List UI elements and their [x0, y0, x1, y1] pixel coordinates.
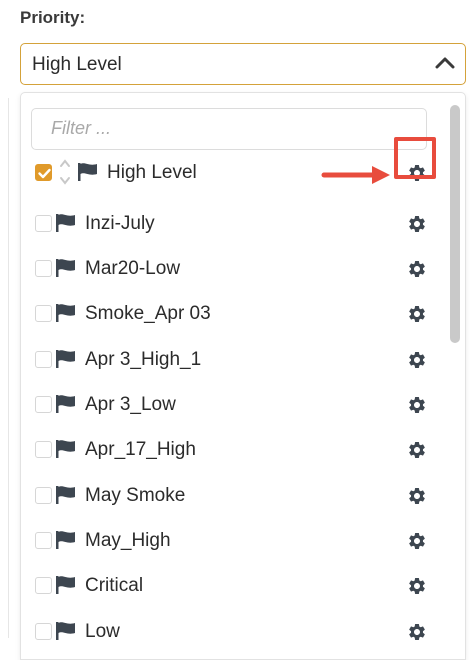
gear-icon[interactable] [407, 440, 427, 465]
list-item[interactable]: Apr 3_High_1 [21, 343, 441, 377]
item-label: Apr 3_Low [85, 394, 176, 415]
list-item[interactable]: Smoke_Apr 03 [21, 297, 441, 331]
checkbox[interactable] [35, 305, 52, 322]
flag-icon [55, 439, 77, 464]
checkbox[interactable] [35, 441, 52, 458]
gear-icon[interactable] [407, 259, 427, 284]
gear-icon[interactable] [407, 214, 427, 239]
gear-icon[interactable] [407, 622, 427, 647]
list-item[interactable]: Mar20-Low [21, 252, 441, 286]
flag-icon [55, 394, 77, 419]
checkbox[interactable] [35, 577, 52, 594]
background-divider [8, 98, 9, 638]
item-label: High Level [107, 162, 197, 183]
annotation-highlight-box [394, 137, 436, 179]
checkbox[interactable] [35, 396, 52, 413]
item-label: Inzi-July [85, 213, 155, 234]
gear-icon[interactable] [407, 576, 427, 601]
item-label: Smoke_Apr 03 [85, 303, 211, 324]
priority-label: Priority: [20, 8, 86, 27]
flag-icon [55, 485, 77, 510]
flag-icon [55, 213, 77, 238]
flag-icon [55, 303, 77, 328]
checkbox[interactable] [35, 215, 52, 232]
list-item[interactable]: Apr_17_High [21, 433, 441, 467]
list-item[interactable]: Low [21, 615, 441, 649]
flag-icon [55, 575, 77, 600]
list-item[interactable]: Inzi-July [21, 207, 441, 241]
item-label: Mar20-Low [85, 258, 181, 279]
flag-icon [55, 349, 77, 374]
item-label: Apr 3_High_1 [85, 349, 202, 370]
item-label: Apr_17_High [85, 439, 196, 460]
checkbox[interactable] [35, 260, 52, 277]
gear-icon[interactable] [407, 486, 427, 511]
checkbox[interactable] [35, 623, 52, 640]
item-label: Critical [85, 575, 144, 596]
item-label: May Smoke [85, 485, 186, 506]
filter-input[interactable]: Filter ... [31, 108, 427, 150]
checkbox[interactable] [35, 532, 52, 549]
gear-icon[interactable] [407, 395, 427, 420]
gear-icon[interactable] [407, 304, 427, 329]
scrollbar[interactable] [450, 105, 460, 343]
list-item[interactable]: Apr 3_Low [21, 388, 441, 422]
item-label: Low [85, 621, 120, 642]
list-item[interactable]: May_High [21, 524, 441, 558]
chevron-up-icon[interactable] [435, 56, 455, 75]
checkbox[interactable] [35, 351, 52, 368]
selected-value: High Level [32, 54, 122, 75]
list-item[interactable]: May Smoke [21, 479, 441, 513]
item-label: May_High [85, 530, 171, 551]
flag-icon [55, 258, 77, 283]
sort-arrows-icon[interactable] [59, 156, 71, 193]
annotation-arrow-icon [320, 164, 394, 191]
gear-icon[interactable] [407, 531, 427, 556]
flag-icon [55, 530, 77, 555]
priority-select[interactable]: High Level [20, 43, 466, 85]
list-item[interactable]: Critical [21, 569, 441, 603]
checkbox[interactable] [35, 487, 52, 504]
flag-icon [77, 162, 99, 187]
checkbox-checked[interactable] [35, 164, 52, 181]
flag-icon [55, 621, 77, 646]
gear-icon[interactable] [407, 350, 427, 375]
